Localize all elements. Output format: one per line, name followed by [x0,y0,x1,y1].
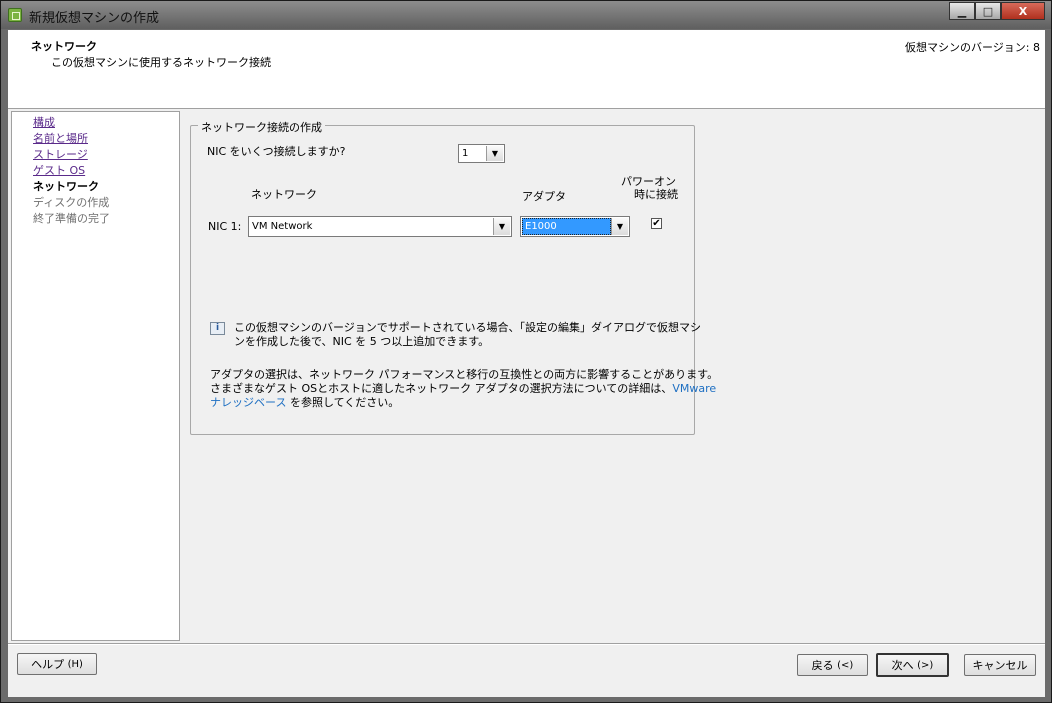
vsphere-app-icon [8,8,22,22]
chevron-down-icon[interactable]: ▼ [611,218,628,235]
help-button-key: (H) [67,658,83,670]
title-bar[interactable]: 新規仮想マシンの作成 ▁ □ X [1,1,1051,29]
adapter-note-line2: さまざまなゲスト OSとホストに適したネットワーク アダプタの選択方法についての… [210,382,718,396]
info-note-line2: ンを作成した後で、NIC を 5 つ以上追加できます。 [234,335,490,348]
vm-version-label: 仮想マシンのバージョン: 8 [905,41,1040,54]
adapter-note: アダプタの選択は、ネットワーク パフォーマンスと移行の互換性との両方に影響するこ… [210,368,718,410]
back-button-label: 戻る [811,659,834,672]
window-controls: ▁ □ X [949,2,1045,20]
back-button[interactable]: 戻る (<) [797,654,868,676]
cancel-button[interactable]: キャンセル [964,654,1036,676]
step-network: ネットワーク [33,180,99,193]
adapter-note-line2-text: さまざまなゲスト OSとホストに適したネットワーク アダプタの選択方法についての… [210,382,673,395]
next-button[interactable]: 次へ (>) [876,653,949,677]
vmware-link[interactable]: VMware [672,382,716,395]
nic1-network-value: VM Network [252,221,313,232]
close-button[interactable]: X [1001,2,1045,20]
footer-separator [8,643,1045,645]
info-icon: i [210,322,225,335]
step-ready-to-complete: 終了準備の完了 [33,212,110,225]
page-subtitle: この仮想マシンに使用するネットワーク接続 [51,56,271,69]
minimize-button[interactable]: ▁ [949,2,975,20]
column-network-header: ネットワーク [251,188,317,201]
window-title: 新規仮想マシンの作成 [29,11,160,26]
group-legend: ネットワーク接続の作成 [198,119,325,135]
page-title: ネットワーク [31,40,97,53]
wizard-window: 新規仮想マシンの作成 ▁ □ X ネットワーク この仮想マシンに使用するネットワ… [0,0,1052,703]
maximize-button[interactable]: □ [975,2,1001,20]
adapter-selection-highlight: E1000 [522,218,611,235]
wizard-client-area: ネットワーク この仮想マシンに使用するネットワーク接続 仮想マシンのバージョン:… [8,30,1045,697]
step-create-disk: ディスクの作成 [33,196,110,209]
nic-count-question: NIC をいくつ接続しますか? [207,145,346,158]
step-configuration[interactable]: 構成 [33,114,55,130]
adapter-note-line3-text: を参照してください。 [286,396,400,409]
wizard-header: ネットワーク この仮想マシンに使用するネットワーク接続 仮想マシンのバージョン:… [8,30,1045,109]
adapter-note-line3: ナレッジベース を参照してください。 [210,396,718,410]
nic1-power-on-checkbox[interactable]: ✔ [651,218,662,229]
nic-count-value: 1 [462,148,469,159]
column-power-on-header-line2: 時に接続 [634,188,678,201]
wizard-steps-sidebar: 構成 名前と場所 ストレージ ゲスト OS ネットワーク ディスクの作成 終了準… [11,111,180,641]
nic1-adapter-value: E1000 [525,221,557,232]
column-adapter-header: アダプタ [522,190,566,203]
step-name-location[interactable]: 名前と場所 [33,130,88,146]
adapter-note-line1: アダプタの選択は、ネットワーク パフォーマンスと移行の互換性との両方に影響するこ… [210,368,719,381]
help-button[interactable]: ヘルプ (H) [17,653,97,675]
next-button-label: 次へ [891,659,914,672]
info-note-line1: この仮想マシンのバージョンでサポートされている場合、「設定の編集」ダイアログで仮… [234,321,701,334]
nic1-label: NIC 1: [208,220,242,233]
nic-count-select[interactable]: 1 ▼ [458,144,505,163]
step-guest-os[interactable]: ゲスト OS [33,162,85,178]
chevron-down-icon[interactable]: ▼ [486,146,503,161]
info-note: この仮想マシンのバージョンでサポートされている場合、「設定の編集」ダイアログで仮… [234,321,701,349]
nic1-network-select[interactable]: VM Network ▼ [248,216,512,237]
knowledge-base-link[interactable]: ナレッジベース [210,396,286,409]
step-storage[interactable]: ストレージ [33,146,88,162]
help-button-label: ヘルプ [31,658,65,671]
next-button-key: (>) [917,659,934,671]
nic1-adapter-select[interactable]: E1000 ▼ [520,216,630,237]
chevron-down-icon[interactable]: ▼ [493,218,510,235]
back-button-key: (<) [837,659,854,671]
